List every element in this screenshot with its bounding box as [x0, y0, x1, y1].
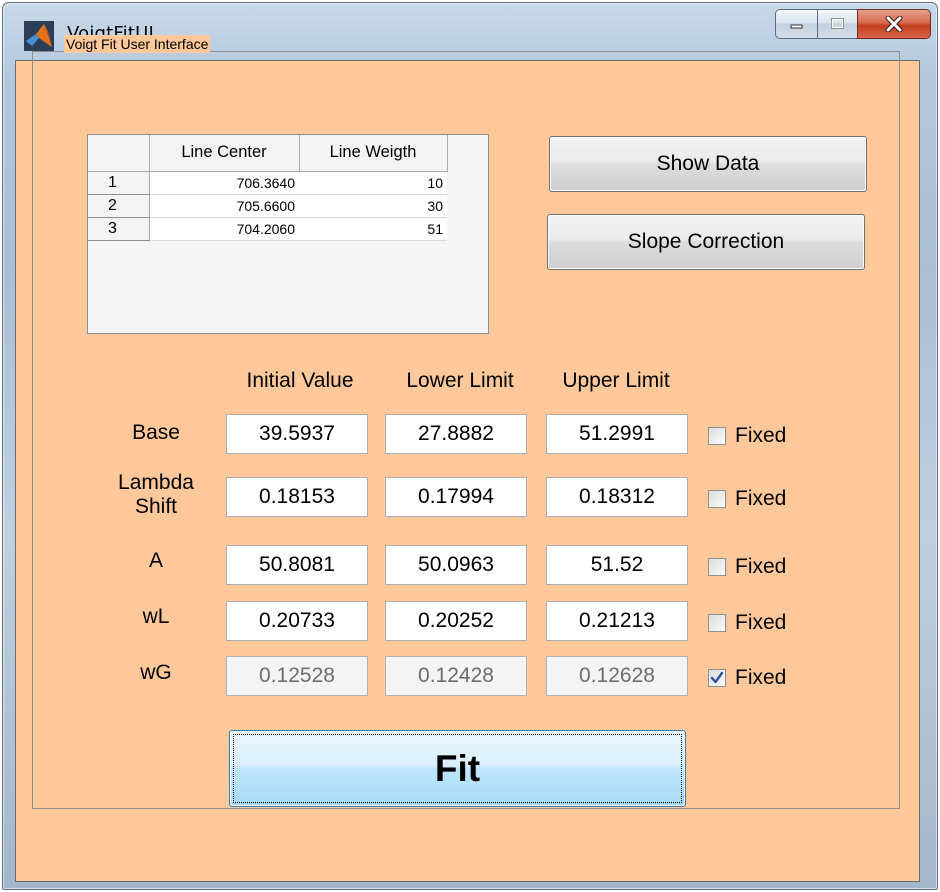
a-fixed-checkbox[interactable]: Fixed	[708, 555, 786, 579]
wg-lower-field[interactable]: 0.12428	[385, 656, 527, 696]
param-label-lambda: Lambda	[118, 471, 194, 494]
caption-buttons	[775, 9, 931, 39]
minimize-button[interactable]	[775, 9, 817, 39]
minimize-icon	[790, 24, 802, 29]
row-header[interactable]: 3	[88, 217, 150, 241]
param-label-shift: Shift	[134, 495, 178, 518]
fixed-label: Fixed	[735, 555, 787, 578]
close-button[interactable]	[857, 9, 931, 39]
base-upper-field[interactable]: 51.2991	[546, 414, 688, 454]
table-row: 3 704.2060 51	[88, 217, 447, 241]
checkbox-box[interactable]	[708, 669, 726, 687]
checkbox-box[interactable]	[708, 427, 726, 445]
focus-rectangle	[233, 734, 682, 803]
header-initial-value: Initial Value	[246, 369, 354, 392]
wl-lower-field[interactable]: 0.20252	[385, 601, 527, 641]
cell-line-weight[interactable]: 10	[299, 171, 447, 195]
slope-correction-button[interactable]: Slope Correction	[547, 214, 865, 270]
checkbox-box[interactable]	[708, 490, 726, 508]
cell-line-center[interactable]: 705.6600	[149, 194, 299, 218]
base-lower-field[interactable]: 27.8882	[385, 414, 527, 454]
maximize-button[interactable]	[817, 9, 857, 39]
param-label-base: Base	[132, 421, 180, 444]
wl-fixed-checkbox[interactable]: Fixed	[708, 611, 786, 635]
show-data-button[interactable]: Show Data	[549, 136, 867, 192]
a-upper-field[interactable]: 51.52	[546, 545, 688, 585]
lambda-shift-upper-field[interactable]: 0.18312	[546, 477, 688, 517]
row-header[interactable]: 1	[88, 171, 150, 195]
lines-table[interactable]: Line Center Line Weigth 1 706.3640 10 2 …	[87, 134, 489, 334]
base-initial-field[interactable]: 39.5937	[226, 414, 368, 454]
panel-title: Voigt Fit User Interface	[64, 35, 211, 53]
table-row: 1 706.3640 10	[88, 171, 447, 195]
maximize-icon	[830, 18, 844, 29]
table-corner	[88, 135, 150, 172]
param-label-a: A	[148, 549, 163, 572]
cell-line-center[interactable]: 706.3640	[149, 171, 299, 195]
checkbox-box[interactable]	[708, 614, 726, 632]
column-header-line-center[interactable]: Line Center	[148, 135, 300, 172]
param-label-wl: wL	[142, 605, 170, 628]
a-lower-field[interactable]: 50.0963	[385, 545, 527, 585]
lambda-shift-fixed-checkbox[interactable]: Fixed	[708, 487, 786, 511]
lambda-shift-initial-field[interactable]: 0.18153	[226, 477, 368, 517]
fixed-label: Fixed	[735, 611, 787, 634]
wl-upper-field[interactable]: 0.21213	[546, 601, 688, 641]
header-upper-limit: Upper Limit	[562, 369, 670, 392]
wg-initial-field[interactable]: 0.12528	[226, 656, 368, 696]
checkmark-icon	[710, 671, 724, 684]
wl-initial-field[interactable]: 0.20733	[226, 601, 368, 641]
column-header-line-weight[interactable]: Line Weigth	[298, 135, 448, 172]
close-icon	[885, 16, 903, 32]
fixed-label: Fixed	[735, 666, 787, 689]
cell-line-center[interactable]: 704.2060	[149, 217, 299, 241]
matlab-logo-icon	[24, 21, 54, 51]
fit-button[interactable]: Fit	[229, 730, 686, 807]
table-row: 2 705.6600 30	[88, 194, 447, 218]
checkbox-box[interactable]	[708, 558, 726, 576]
wg-upper-field[interactable]: 0.12628	[546, 656, 688, 696]
base-fixed-checkbox[interactable]: Fixed	[708, 424, 786, 448]
cell-line-weight[interactable]: 51	[299, 217, 447, 241]
cell-line-weight[interactable]: 30	[299, 194, 447, 218]
header-lower-limit: Lower Limit	[406, 369, 514, 392]
fixed-label: Fixed	[735, 487, 787, 510]
row-header[interactable]: 2	[88, 194, 150, 218]
fixed-label: Fixed	[735, 424, 787, 447]
param-label-wg: wG	[140, 661, 172, 684]
a-initial-field[interactable]: 50.8081	[226, 545, 368, 585]
lambda-shift-lower-field[interactable]: 0.17994	[385, 477, 527, 517]
wg-fixed-checkbox[interactable]: Fixed	[708, 666, 786, 690]
